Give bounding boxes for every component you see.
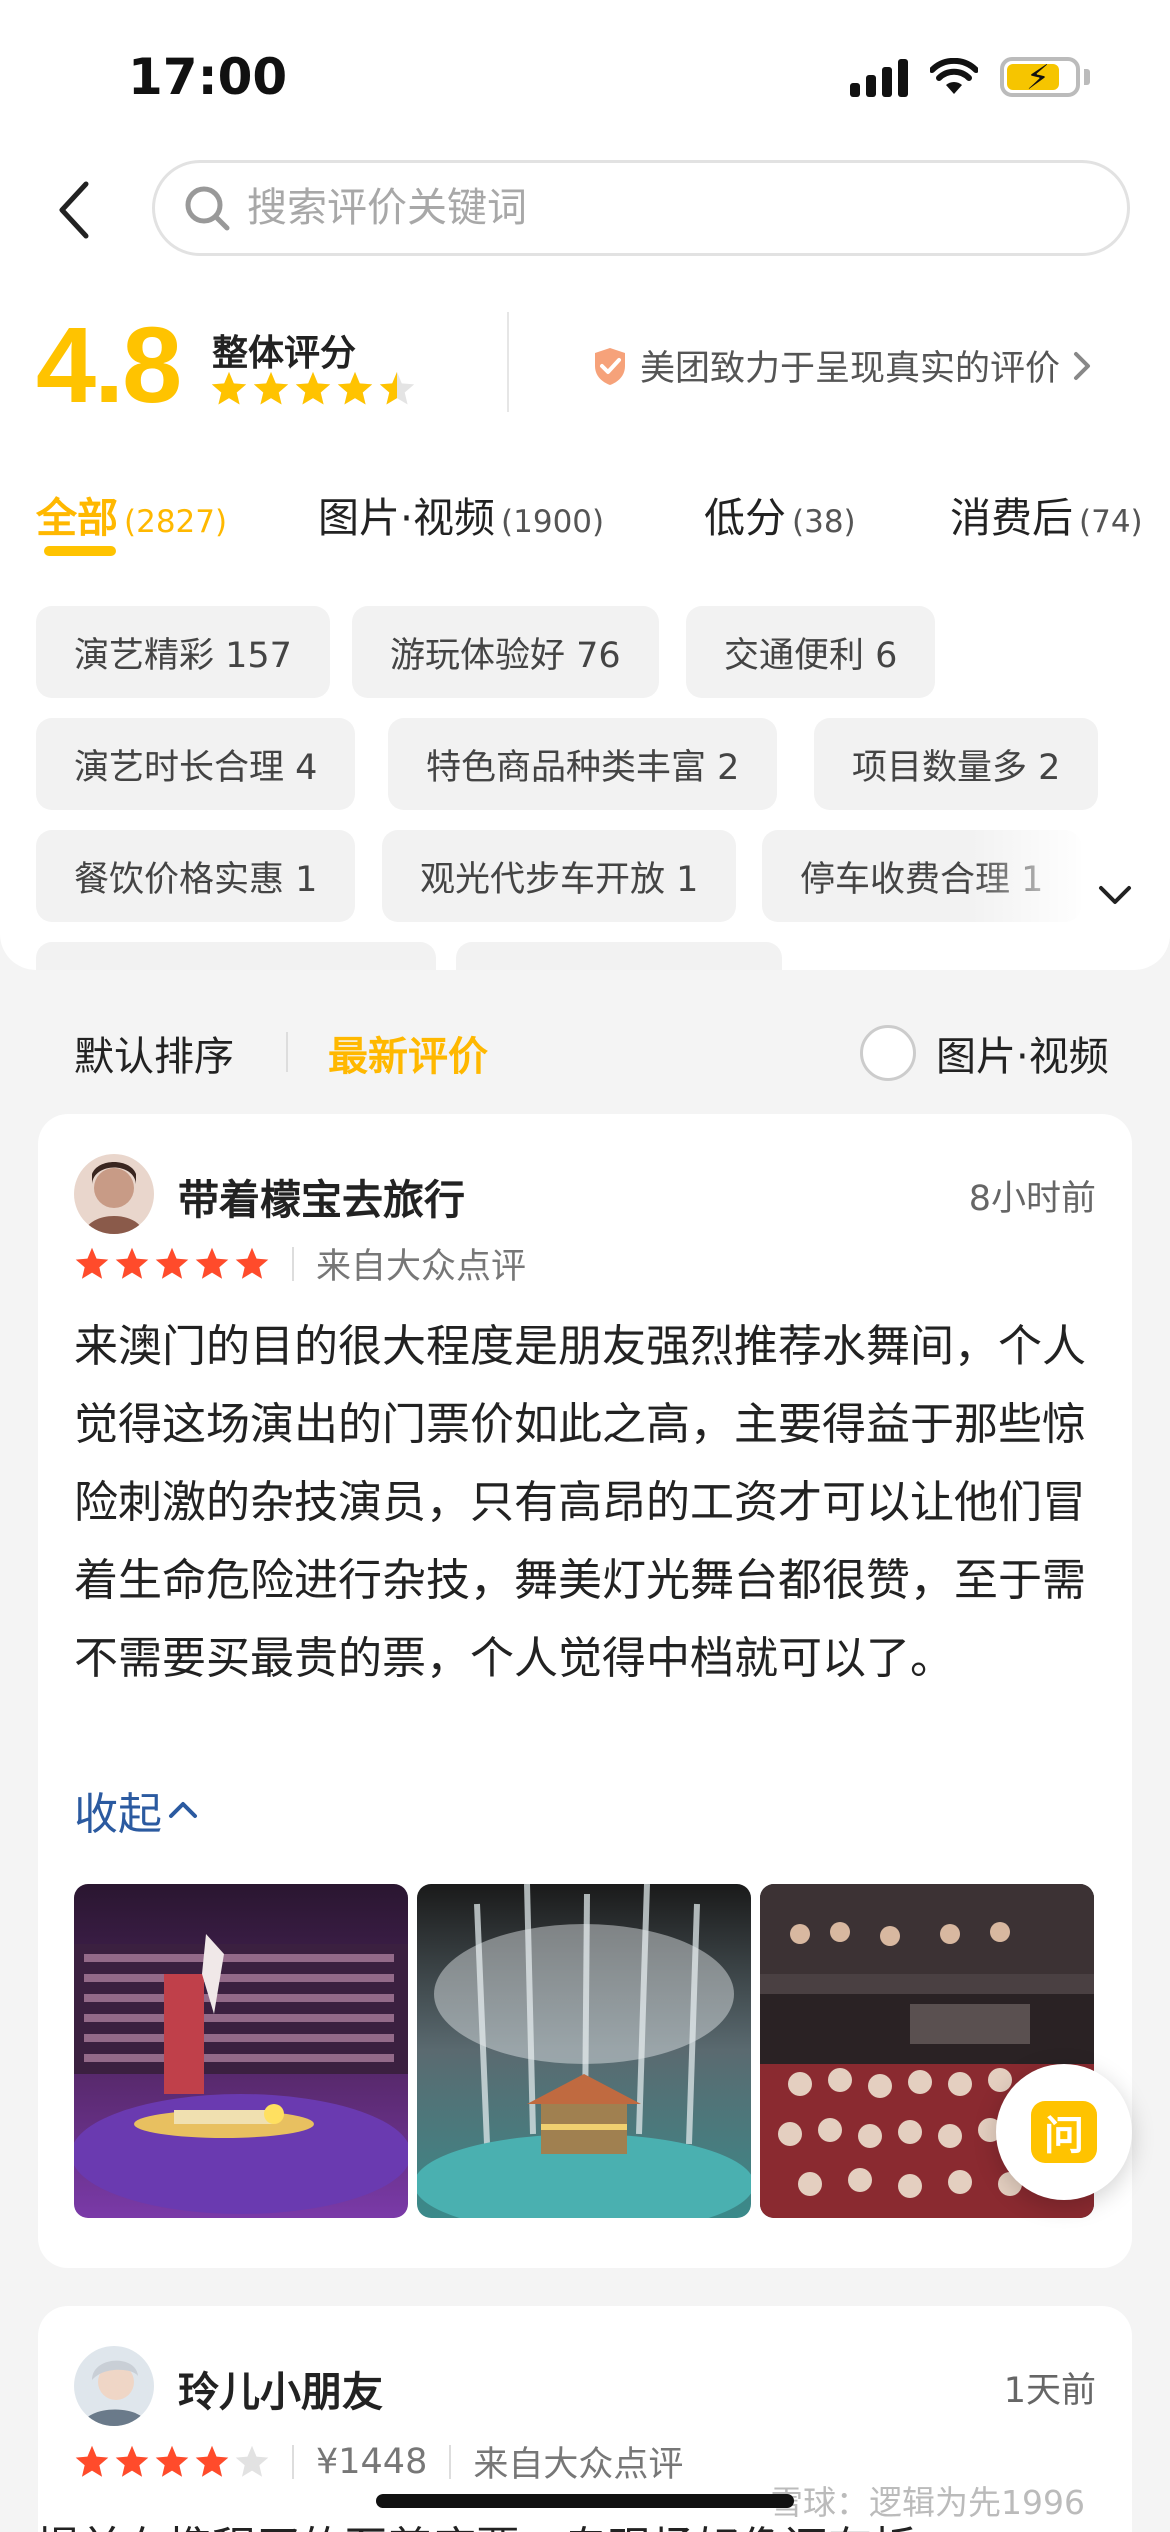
review-source: 来自大众点评 — [316, 1247, 527, 1287]
search-box[interactable] — [152, 160, 1130, 256]
reviewer-name[interactable]: 玲儿小朋友 — [178, 2358, 383, 2418]
home-indicator[interactable] — [376, 2494, 794, 2508]
star-icon — [115, 2445, 149, 2477]
tab-low-score[interactable]: 低分 (38) — [704, 484, 856, 544]
tag-chip[interactable]: 演艺时长合理 4 — [36, 718, 356, 810]
tab-photos-videos[interactable]: 图片·视频 (1900) — [318, 484, 604, 544]
star-icon — [195, 2445, 229, 2477]
ask-icon: 问 — [1031, 2101, 1097, 2163]
review-meta: 来自大众点评 — [74, 1238, 526, 1289]
divider — [507, 312, 509, 412]
avatar[interactable] — [74, 1154, 154, 1234]
review-price: ¥1448 — [316, 2441, 428, 2482]
tag-chip[interactable]: 游玩体验好 76 — [352, 606, 659, 698]
review-photo[interactable] — [417, 1884, 751, 2218]
tag-chip[interactable]: 特色商品种类丰富 2 — [388, 718, 778, 810]
avatar[interactable] — [74, 2346, 154, 2426]
status-time: 17:00 — [128, 48, 288, 106]
review-stars — [74, 1246, 270, 1282]
search-icon — [185, 186, 230, 231]
wifi-icon — [930, 58, 978, 94]
review-photo[interactable] — [74, 1884, 408, 2218]
tag-chip-partial[interactable] — [456, 942, 782, 970]
review-stars — [74, 2444, 270, 2480]
tags-fade — [970, 826, 1170, 966]
shield-icon — [595, 347, 625, 385]
chevron-left-icon — [59, 181, 89, 239]
star-icon — [75, 2445, 109, 2477]
sort-newest-option[interactable]: 最新评价 — [328, 1024, 488, 1082]
tag-chip[interactable]: 交通便利 6 — [686, 606, 936, 698]
tag-chip[interactable]: 餐饮价格实惠 1 — [36, 830, 356, 922]
rating-label: 整体评分 — [212, 333, 357, 374]
divider — [286, 1032, 288, 1072]
tag-chip[interactable]: 观光代步车开放 1 — [382, 830, 737, 922]
watermark-text: 雪球：逻辑为先1996 — [770, 2483, 1085, 2522]
star-icon — [379, 371, 415, 405]
rating-score: 4.8 — [36, 304, 182, 425]
tab-all[interactable]: 全部 (2827) — [36, 484, 228, 556]
tab-count: (1900) — [501, 504, 605, 540]
chevron-down-icon — [1099, 886, 1131, 904]
star-icon — [211, 371, 247, 405]
expand-tags-button[interactable] — [1090, 870, 1140, 920]
sort-default-option[interactable]: 默认排序 — [74, 1024, 234, 1082]
search-input[interactable] — [247, 185, 1047, 231]
tab-active-indicator — [44, 546, 116, 556]
review-time: 1天前 — [1003, 2371, 1096, 2411]
rating-stars — [210, 370, 416, 408]
media-filter-toggle[interactable]: 图片·视频 — [860, 1024, 1109, 1082]
ask-question-button[interactable]: 问 — [996, 2064, 1132, 2200]
review-card: 带着檬宝去旅行 8小时前 来自大众点评 来澳门的目的很大程度是朋友强烈推荐水舞间… — [38, 1114, 1132, 2268]
star-icon — [337, 371, 373, 405]
star-icon — [155, 1247, 189, 1279]
review-text: 来澳门的目的很大程度是朋友强烈推荐水舞间，个人觉得这场演出的门票价如此之高，主要… — [74, 1321, 1086, 1684]
tab-count: (38) — [792, 504, 856, 540]
star-icon — [235, 1247, 269, 1279]
tab-count: (74) — [1079, 504, 1143, 540]
star-icon — [295, 371, 331, 405]
tab-count: (2827) — [124, 504, 228, 540]
keyword-tags: 演艺精彩 157 游玩体验好 76 交通便利 6 演艺时长合理 4 特色商品种类… — [36, 606, 1170, 970]
collapse-label: 收起 — [74, 1789, 162, 1840]
header-panel: 17:00 ⚡ 4.8 整体评 — [0, 0, 1170, 970]
review-source: 来自大众点评 — [473, 2445, 684, 2485]
reviewer-name[interactable]: 带着檬宝去旅行 — [178, 1166, 465, 1226]
review-photos — [74, 1884, 1094, 2218]
trust-link[interactable]: 美团致力于呈现真实的评价 — [592, 340, 1092, 391]
sort-bar: 默认排序 最新评价 图片·视频 — [0, 1010, 1170, 1090]
watermark: 雪球：逻辑为先1996 — [770, 2476, 1085, 2524]
tag-chip[interactable]: 演艺精彩 157 — [36, 606, 330, 698]
radio-button[interactable] — [860, 1025, 916, 1081]
star-icon — [253, 371, 289, 405]
status-icons: ⚡ — [850, 52, 1090, 102]
tab-label: 图片·视频 — [318, 494, 496, 542]
status-bar: 17:00 ⚡ — [0, 0, 1170, 150]
battery-icon: ⚡ — [1000, 57, 1080, 97]
review-time: 8小时前 — [968, 1179, 1096, 1219]
trust-text: 美团致力于呈现真实的评价 — [640, 349, 1061, 389]
tab-label: 全部 — [36, 494, 118, 542]
chevron-up-icon — [169, 1802, 197, 1818]
back-button[interactable] — [44, 170, 104, 250]
star-icon — [235, 2445, 269, 2477]
star-icon — [115, 1247, 149, 1279]
star-icon — [155, 2445, 189, 2477]
tab-after-purchase[interactable]: 消费后 (74) — [950, 484, 1143, 544]
star-icon — [195, 1247, 229, 1279]
tag-chip-partial[interactable] — [36, 942, 436, 970]
tag-chip[interactable]: 项目数量多 2 — [814, 718, 1099, 810]
collapse-button[interactable]: 收起 — [74, 1778, 198, 1842]
review-meta: ¥1448 来自大众点评 — [74, 2436, 683, 2487]
star-icon — [75, 1247, 109, 1279]
tab-label: 消费后 — [950, 494, 1073, 542]
filter-tabs: 全部 (2827) 图片·视频 (1900) 低分 (38) 消费后 (74) — [36, 484, 1170, 564]
tab-label: 低分 — [704, 494, 786, 542]
chevron-right-icon — [1074, 351, 1091, 380]
cellular-signal-icon — [850, 57, 908, 97]
media-filter-label: 图片·视频 — [936, 1034, 1109, 1080]
